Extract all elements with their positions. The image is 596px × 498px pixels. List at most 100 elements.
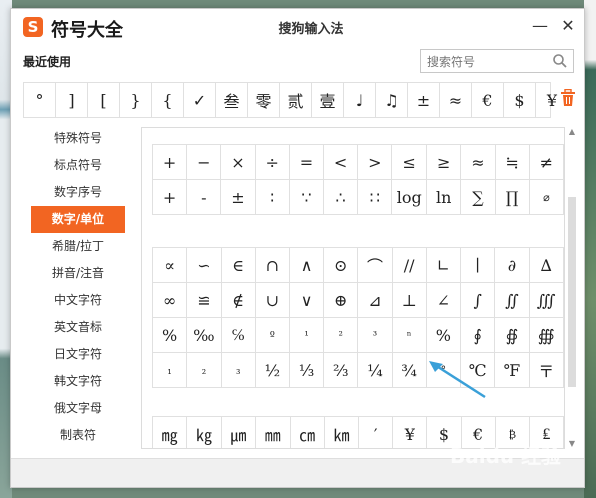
symbol-cell[interactable]: > [357, 144, 393, 180]
recent-symbol-cell[interactable]: ♩ [344, 83, 376, 117]
recent-symbol-cell[interactable]: 贰 [280, 83, 312, 117]
recent-symbol-cell[interactable]: 零 [248, 83, 280, 117]
symbol-cell[interactable]: º [254, 317, 290, 353]
symbol-cell[interactable]: ∮ [459, 317, 496, 353]
symbol-cell[interactable]: − [186, 144, 222, 180]
symbol-cell[interactable]: ≈ [460, 144, 496, 180]
symbol-cell[interactable]: ³ [357, 317, 393, 353]
symbol-cell[interactable]: ∉ [220, 282, 256, 318]
sidebar-item[interactable]: 俄文字母 [31, 395, 125, 422]
symbol-cell[interactable]: ∴ [323, 179, 359, 215]
symbol-cell[interactable]: ∯ [494, 317, 530, 353]
symbol-cell[interactable]: ℃ [459, 352, 496, 388]
symbol-cell[interactable]: ∷ [357, 179, 393, 215]
symbol-cell[interactable]: ≠ [528, 144, 564, 180]
recent-symbol-cell[interactable]: ✓ [184, 83, 216, 117]
symbol-cell[interactable]: ⊙ [323, 247, 359, 283]
symbol-cell[interactable]: ㎞ [323, 416, 360, 448]
sidebar-item[interactable]: 拼音/注音 [31, 260, 125, 287]
symbol-cell[interactable]: ≒ [494, 144, 530, 180]
symbol-cell[interactable]: ÷ [254, 144, 290, 180]
symbol-cell[interactable]: ∧ [288, 247, 325, 283]
symbol-cell[interactable]: ∑ [460, 179, 496, 215]
symbol-cell[interactable]: ₃ [220, 352, 256, 388]
symbol-cell[interactable]: ≌ [186, 282, 222, 318]
symbol-cell[interactable]: = [288, 144, 325, 180]
symbol-cell[interactable]: % [151, 317, 188, 353]
symbol-cell[interactable]: ㎛ [220, 416, 257, 448]
minimize-button[interactable]: — [529, 15, 551, 37]
symbol-cell[interactable]: ≤ [391, 144, 428, 180]
symbol-cell[interactable]: ∭ [528, 282, 564, 318]
scroll-up-icon[interactable]: ▲ [567, 127, 577, 137]
sidebar-item[interactable]: 制表符 [31, 422, 125, 449]
recent-symbol-cell[interactable]: ♫ [376, 83, 408, 117]
symbol-cell[interactable]: ∪ [254, 282, 290, 318]
scroll-down-icon[interactable]: ▼ [567, 439, 577, 449]
symbol-cell[interactable]: ½ [254, 352, 290, 388]
recent-symbol-cell[interactable]: } [120, 83, 152, 117]
symbol-cell[interactable]: × [220, 144, 256, 180]
symbol-cell[interactable]: ∶ [254, 179, 290, 215]
symbol-cell[interactable]: ≥ [426, 144, 462, 180]
symbol-cell[interactable]: log [391, 179, 428, 215]
recent-symbol-cell[interactable]: 壹 [312, 83, 344, 117]
symbol-cell[interactable]: ¥ [392, 416, 428, 448]
recent-symbol-cell[interactable]: ± [408, 83, 440, 117]
trash-icon[interactable] [560, 89, 576, 107]
sidebar-item[interactable]: 英文音标 [31, 314, 125, 341]
symbol-cell[interactable]: ∽ [186, 247, 222, 283]
symbol-cell[interactable]: ⁿ [391, 317, 427, 353]
sidebar-item[interactable]: 标点符号 [31, 152, 125, 179]
sidebar-item[interactable]: 特殊符号 [31, 125, 125, 152]
symbol-cell[interactable]: ㎝ [289, 416, 325, 448]
symbol-cell[interactable]: ¾ [391, 352, 427, 388]
vertical-scrollbar[interactable]: ▲ ▼ [567, 127, 577, 449]
symbol-cell[interactable]: + [151, 144, 188, 180]
symbol-cell[interactable]: ′ [358, 416, 394, 448]
symbol-cell[interactable]: ∂ [494, 247, 530, 283]
symbol-cell[interactable]: ㎜ [255, 416, 291, 448]
symbol-cell[interactable]: ∬ [494, 282, 530, 318]
sidebar-item-active[interactable]: 数字/单位 [31, 206, 125, 233]
symbol-cell[interactable]: ∏ [494, 179, 530, 215]
symbol-cell[interactable]: ² [323, 317, 359, 353]
symbol-cell[interactable]: ⊥ [391, 282, 427, 318]
close-button[interactable]: ✕ [557, 15, 579, 37]
symbol-cell[interactable]: ¹ [288, 317, 325, 353]
symbol-cell[interactable]: ∣ [459, 247, 496, 283]
symbol-cell[interactable]: ⊕ [323, 282, 359, 318]
recent-symbol-cell[interactable]: ° [24, 83, 56, 117]
symbol-cell[interactable]: ° [425, 352, 461, 388]
scroll-thumb[interactable] [568, 197, 576, 387]
recent-symbol-cell[interactable]: 叁 [216, 83, 248, 117]
symbol-cell[interactable]: ‰ [186, 317, 222, 353]
symbol-cell[interactable]: ∆ [528, 247, 564, 283]
symbol-cell[interactable]: + [151, 179, 188, 215]
symbol-cell[interactable]: ∝ [151, 247, 188, 283]
symbol-cell[interactable]: ln [426, 179, 462, 215]
symbol-cell[interactable]: ㎎ [151, 416, 188, 448]
search-icon[interactable] [552, 53, 568, 69]
symbol-cell[interactable]: ₁ [151, 352, 188, 388]
symbol-cell[interactable]: ㎏ [186, 416, 222, 448]
search-box[interactable] [420, 49, 574, 73]
symbol-cell[interactable]: ∟ [425, 247, 461, 283]
sidebar-item[interactable]: 日文字符 [31, 341, 125, 368]
recent-symbol-cell[interactable]: ≈ [440, 83, 472, 117]
symbol-cell[interactable]: ℅ [220, 317, 256, 353]
symbol-cell[interactable]: ∨ [288, 282, 325, 318]
symbol-cell[interactable]: ∫ [459, 282, 496, 318]
symbol-cell[interactable]: ⅓ [288, 352, 325, 388]
symbol-cell[interactable]: ⌀ [528, 179, 564, 215]
symbol-cell[interactable]: ⊿ [357, 282, 393, 318]
symbol-cell[interactable]: - [186, 179, 222, 215]
symbol-cell[interactable]: ₂ [186, 352, 222, 388]
symbol-cell[interactable]: ∩ [254, 247, 290, 283]
symbol-cell[interactable]: ∞ [151, 282, 188, 318]
recent-symbol-cell[interactable]: ] [56, 83, 88, 117]
symbol-cell[interactable]: 〒 [528, 352, 564, 388]
symbol-cell[interactable]: ∵ [288, 179, 325, 215]
symbol-cell[interactable]: // [391, 247, 427, 283]
symbol-cell[interactable]: ℉ [494, 352, 530, 388]
